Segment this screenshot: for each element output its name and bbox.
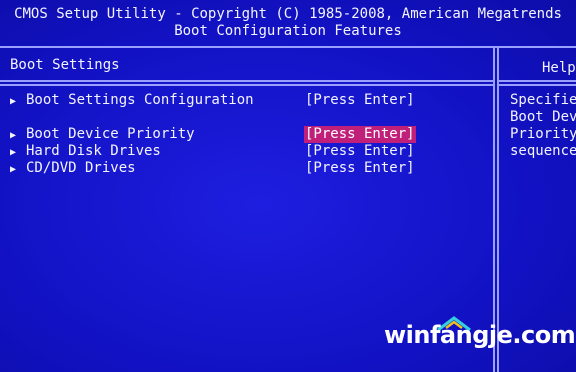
watermark-text: winfangje.com <box>384 321 576 349</box>
help-header-divider-inner <box>498 84 576 86</box>
section-title: Boot Settings <box>10 57 120 73</box>
menu-item-boot-device-priority[interactable]: ▶ Boot Device Priority [Press Enter] <box>10 126 480 143</box>
help-header-divider <box>498 80 576 82</box>
menu-item-boot-settings-configuration[interactable]: ▶ Boot Settings Configuration [Press Enter… <box>10 92 480 109</box>
menu-item-label: Boot Device Priority <box>26 126 195 142</box>
menu-item-value: [Press Enter] <box>305 143 415 159</box>
help-line: sequence <box>510 143 576 159</box>
section-divider-inner <box>0 84 494 86</box>
page-subtitle: Boot Configuration Features <box>174 23 402 39</box>
menu-item-value: [Press Enter] <box>305 160 415 176</box>
bios-screen: CMOS Setup Utility - Copyright (C) 1985-… <box>0 0 576 372</box>
help-title: Help <box>542 60 576 76</box>
triangle-right-icon: ▶ <box>10 164 17 175</box>
help-line: Priority <box>510 126 576 142</box>
triangle-right-icon: ▶ <box>10 96 17 107</box>
menu-item-value-selected: [Press Enter] <box>304 126 416 143</box>
menu-item-cd-dvd-drives[interactable]: ▶ CD/DVD Drives [Press Enter] <box>10 160 480 177</box>
help-line: Specifie <box>510 92 576 108</box>
help-line: Boot Dev <box>510 109 576 125</box>
menu-item-label: Boot Settings Configuration <box>26 92 254 108</box>
menu-item-label: Hard Disk Drives <box>26 143 161 159</box>
section-divider <box>0 80 494 82</box>
menu-item-value: [Press Enter] <box>305 92 415 108</box>
header-divider <box>0 46 576 48</box>
menu-item-hard-disk-drives[interactable]: ▶ Hard Disk Drives [Press Enter] <box>10 143 480 160</box>
triangle-right-icon: ▶ <box>10 130 17 141</box>
triangle-right-icon: ▶ <box>10 147 17 158</box>
menu-item-label: CD/DVD Drives <box>26 160 136 176</box>
